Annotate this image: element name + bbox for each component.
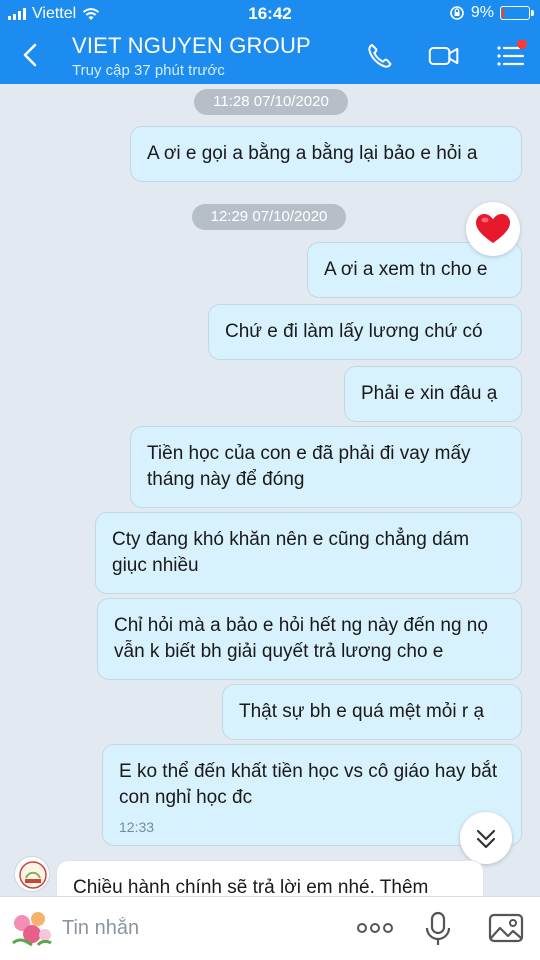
scroll-to-bottom-button[interactable] bbox=[460, 812, 512, 864]
sent-message[interactable]: E ko thể đến khất tiền học vs cô giáo ha… bbox=[102, 744, 522, 846]
battery-icon bbox=[500, 6, 534, 20]
chat-title[interactable]: VIET NGUYEN GROUP bbox=[72, 33, 311, 59]
phone-icon[interactable] bbox=[364, 40, 396, 72]
battery-percent: 9% bbox=[470, 4, 494, 21]
avatar[interactable] bbox=[14, 856, 50, 892]
status-bar: Viettel 16:42 9% bbox=[0, 0, 540, 28]
reaction-badge[interactable] bbox=[466, 202, 520, 256]
company-logo-icon bbox=[19, 861, 47, 889]
microphone-icon[interactable] bbox=[424, 911, 452, 947]
sent-message[interactable]: A ơi e gọi a bằng a bằng lại bảo e hỏi a bbox=[130, 126, 522, 182]
menu-icon[interactable] bbox=[495, 40, 527, 72]
sticker-icon[interactable] bbox=[8, 907, 54, 949]
heart-icon bbox=[476, 214, 510, 243]
top-bar: Viettel 16:42 9% VIET NGUYEN GROUP Truy … bbox=[0, 0, 540, 84]
last-seen: Truy cập 37 phút trước bbox=[72, 62, 225, 79]
image-icon[interactable] bbox=[488, 911, 524, 945]
chat-header: VIET NGUYEN GROUP Truy cập 37 phút trước bbox=[0, 28, 540, 84]
sent-message[interactable]: Phải e xin đâu ạ bbox=[344, 366, 522, 422]
time-separator: 12:29 07/10/2020 bbox=[192, 204, 346, 230]
back-arrow-icon[interactable] bbox=[16, 40, 46, 70]
composer-bar bbox=[0, 896, 540, 960]
video-call-icon[interactable] bbox=[428, 40, 460, 72]
message-input[interactable] bbox=[62, 913, 342, 943]
orientation-lock-icon bbox=[450, 6, 464, 20]
message-list[interactable]: 11:28 07/10/2020 A ơi e gọi a bằng a bằn… bbox=[0, 84, 540, 896]
received-message[interactable]: Chiều hành chính sẽ trả lời em nhé. Thêm bbox=[56, 860, 484, 896]
sent-message[interactable]: Chỉ hỏi mà a bảo e hỏi hết ng này đến ng… bbox=[97, 598, 522, 680]
time-separator: 11:28 07/10/2020 bbox=[194, 89, 348, 115]
sent-message[interactable]: Cty đang khó khăn nên e cũng chẳng dám g… bbox=[95, 512, 522, 594]
sent-message[interactable]: Chứ e đi làm lấy lương chứ có bbox=[208, 304, 522, 360]
more-icon[interactable] bbox=[356, 917, 394, 939]
message-text: E ko thể đến khất tiền học vs cô giáo ha… bbox=[119, 761, 498, 808]
chevron-down-icon bbox=[476, 829, 496, 849]
sent-message[interactable]: Tiền học của con e đã phải đi vay mấy th… bbox=[130, 426, 522, 508]
sent-message[interactable]: Thật sự bh e quá mệt mỏi r ạ bbox=[222, 684, 522, 740]
message-time: 12:33 bbox=[119, 819, 155, 835]
